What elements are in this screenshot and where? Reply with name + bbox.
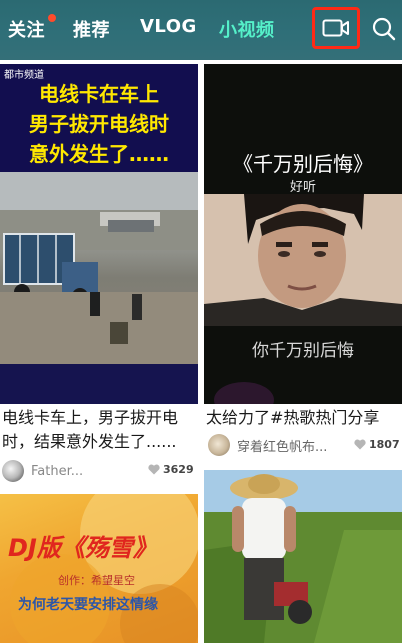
author-row[interactable]: 穿着红色帆布...	[208, 434, 327, 456]
video-title[interactable]: 太给力了#热歌热门分享	[206, 406, 402, 430]
thumbnail-text-line: 男子拔开电线时	[29, 112, 169, 136]
video-camera-icon	[322, 19, 349, 37]
flower-background	[10, 494, 198, 643]
video-thumbnail[interactable]	[204, 470, 402, 643]
like-count[interactable]: 1807	[354, 438, 400, 451]
author-avatar[interactable]	[2, 460, 24, 482]
video-thumbnail[interactable]: DJ版《殇雪》 创作：希望星空 为何老天要安排这情缘	[0, 494, 198, 643]
decorative-glow	[214, 382, 274, 404]
heart-icon	[148, 464, 160, 475]
video-card[interactable]	[204, 470, 402, 643]
video-thumbnail[interactable]: 《千万别后悔》 好听 你千万别后悔	[204, 64, 402, 404]
like-count-value: 3629	[163, 463, 194, 476]
heart-icon	[354, 439, 366, 450]
video-card[interactable]: 都市频道 电线卡在车上 男子拔开电线时 意外发生了…… 电线卡车上，男子拔开电时…	[0, 64, 198, 484]
thumbnail-portrait	[204, 194, 402, 326]
thumbnail-title: DJ版《殇雪》	[8, 534, 157, 562]
like-count[interactable]: 3629	[148, 463, 194, 476]
tab-following[interactable]: 关注	[8, 16, 45, 42]
top-navigation-bar: 关注 推荐 VLOG 小视频	[0, 0, 402, 60]
thumbnail-scene	[0, 172, 198, 364]
thumbnail-footer-band	[0, 364, 198, 404]
author-row[interactable]: Father...	[2, 460, 83, 482]
thumbnail-text-line: 意外发生了……	[29, 142, 169, 166]
video-card[interactable]: 《千万别后悔》 好听 你千万别后悔 太给力了#热歌热门分享 穿着红色帆布... …	[204, 64, 402, 484]
tab-vlog[interactable]: VLOG	[140, 16, 197, 37]
author-name[interactable]: Father...	[31, 464, 83, 479]
video-title[interactable]: 电线卡车上，男子拔开电时，结果意外发生了......	[2, 406, 198, 454]
video-thumbnail[interactable]: 都市频道 电线卡在车上 男子拔开电线时 意外发生了……	[0, 64, 198, 404]
search-icon[interactable]	[371, 16, 397, 42]
notification-dot	[48, 14, 56, 22]
thumbnail-subtitle: 好听	[289, 180, 316, 195]
thumbnail-lyric: 为何老天要安排这情缘	[18, 597, 158, 613]
thumbnail-text-line: 电线卡在车上	[39, 82, 159, 106]
thumbnail-title-band: 都市频道 电线卡在车上 男子拔开电线时 意外发生了……	[0, 64, 198, 172]
thumbnail-song-title: 《千万别后悔》	[233, 152, 373, 176]
author-name[interactable]: 穿着红色帆布...	[237, 436, 327, 455]
video-card[interactable]: DJ版《殇雪》 创作：希望星空 为何老天要安排这情缘	[0, 494, 198, 643]
author-avatar[interactable]	[208, 434, 230, 456]
tab-recommended[interactable]: 推荐	[73, 16, 110, 42]
tab-short-video[interactable]: 小视频	[219, 16, 275, 42]
thumbnail-credit: 创作：希望星空	[58, 574, 135, 587]
video-camera-button[interactable]	[312, 7, 360, 49]
farm-scene	[204, 470, 402, 643]
thumbnail-caption: 你千万别后悔	[252, 341, 354, 361]
like-count-value: 1807	[369, 438, 400, 451]
